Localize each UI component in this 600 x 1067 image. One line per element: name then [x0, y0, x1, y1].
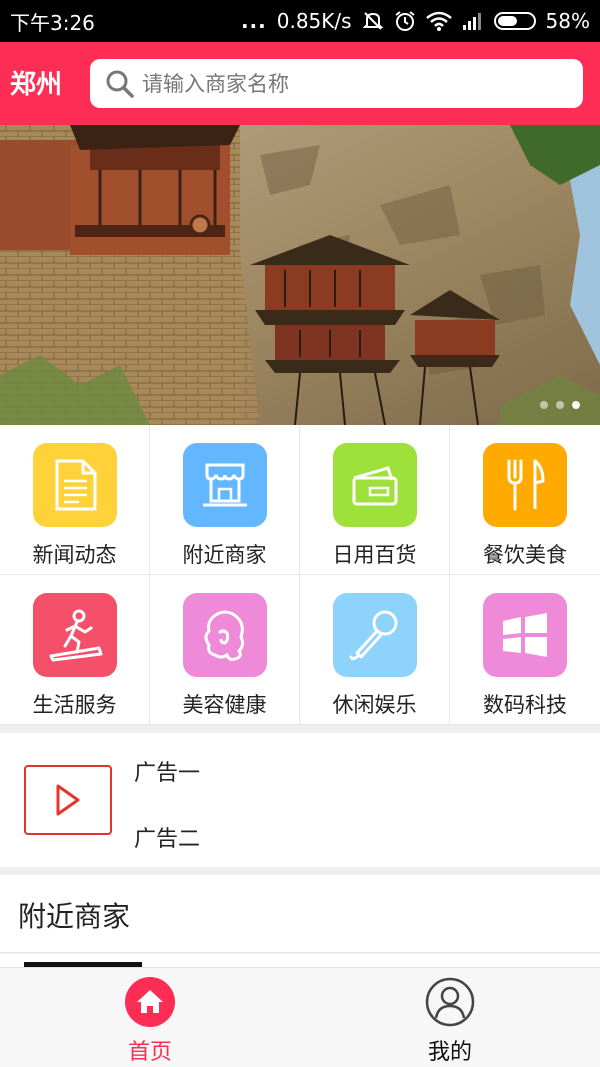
ad-item-2[interactable]: 广告二 — [134, 821, 200, 853]
microphone-icon — [349, 610, 397, 661]
category-daily-goods[interactable]: 日用百货 — [300, 425, 450, 575]
category-label: 餐饮美食 — [483, 543, 567, 567]
nav-mine[interactable]: 我的 — [300, 968, 600, 1067]
shop-icon — [202, 463, 247, 507]
treadmill-icon — [49, 609, 102, 662]
search-input[interactable] — [142, 71, 562, 96]
carousel-dots[interactable] — [540, 401, 580, 409]
search-icon — [104, 68, 136, 100]
category-icon-tile — [32, 593, 117, 677]
city-selector[interactable]: 郑州 — [10, 64, 62, 101]
alarm-icon — [394, 10, 416, 32]
category-label: 生活服务 — [32, 693, 117, 717]
windows-icon — [503, 613, 547, 657]
category-icon-tile — [332, 443, 417, 527]
status-time: 下午3:26 — [10, 10, 95, 35]
play-icon[interactable] — [24, 765, 112, 835]
network-speed: 0.85K/s — [276, 9, 352, 33]
nearby-section-header: 附近商家 — [0, 875, 600, 953]
app-screen: 下午3:26 ... 0.85K/s 58% 郑州 请输入商家名称 新闻动态 附… — [0, 0, 600, 1067]
category-label: 数码科技 — [483, 693, 567, 717]
category-icon-tile — [32, 443, 117, 527]
nav-home[interactable]: 首页 — [0, 968, 300, 1067]
document-icon — [55, 459, 96, 511]
section-title: 附近商家 — [18, 900, 131, 933]
wifi-icon — [425, 11, 452, 31]
carousel-dot[interactable] — [540, 401, 548, 409]
carousel-dot[interactable] — [556, 401, 564, 409]
home-icon — [124, 976, 176, 1028]
category-icon-tile — [332, 593, 417, 677]
category-icon-tile — [182, 443, 267, 527]
carousel-dot[interactable] — [572, 401, 580, 409]
battery-percent: 58% — [545, 9, 590, 33]
category-news[interactable]: 新闻动态 — [0, 425, 150, 575]
category-icon-tile — [483, 443, 567, 527]
nav-home-label: 首页 — [127, 1040, 172, 1065]
status-right: ... 0.85K/s 58% — [241, 9, 590, 33]
category-label: 休闲娱乐 — [332, 693, 417, 717]
category-label: 新闻动态 — [32, 543, 117, 567]
nav-mine-label: 我的 — [427, 1040, 472, 1065]
category-label: 美容健康 — [182, 693, 267, 717]
category-nearby-shops[interactable]: 附近商家 — [150, 425, 300, 575]
category-leisure[interactable]: 休闲娱乐 — [300, 575, 450, 725]
battery-icon — [493, 12, 536, 30]
notification-dots: ... — [240, 9, 267, 33]
signal-icon — [462, 11, 484, 31]
fork-knife-icon — [507, 459, 545, 511]
search-box[interactable] — [90, 59, 583, 108]
nearby-tab-strip — [0, 954, 600, 968]
bottom-nav: 首页 我的 — [0, 967, 600, 1067]
category-label: 日用百货 — [332, 543, 417, 567]
category-grid: 新闻动态 附近商家 日用百货 餐饮美食 生活服务 美容健康 休闲娱乐 数码科技 — [0, 425, 600, 725]
category-icon-tile — [483, 593, 567, 677]
banner-carousel[interactable] — [0, 125, 600, 425]
category-icon-tile — [182, 593, 267, 677]
category-label: 附近商家 — [182, 543, 267, 567]
app-header: 郑州 — [0, 42, 600, 125]
banner-image — [0, 125, 600, 425]
status-bar: 下午3:26 ... 0.85K/s 58% — [0, 0, 600, 42]
ad-item-1[interactable]: 广告一 — [134, 755, 200, 787]
category-life-services[interactable]: 生活服务 — [0, 575, 150, 725]
category-beauty-health[interactable]: 美容健康 — [150, 575, 300, 725]
ad-section: 广告一 广告二 — [0, 733, 600, 867]
user-icon — [424, 976, 476, 1028]
battery-fill — [497, 16, 518, 26]
woman-face-icon — [204, 610, 244, 661]
card-icon — [352, 466, 397, 506]
category-food[interactable]: 餐饮美食 — [450, 425, 600, 575]
category-digital-tech[interactable]: 数码科技 — [450, 575, 600, 725]
mute-icon — [362, 10, 384, 32]
